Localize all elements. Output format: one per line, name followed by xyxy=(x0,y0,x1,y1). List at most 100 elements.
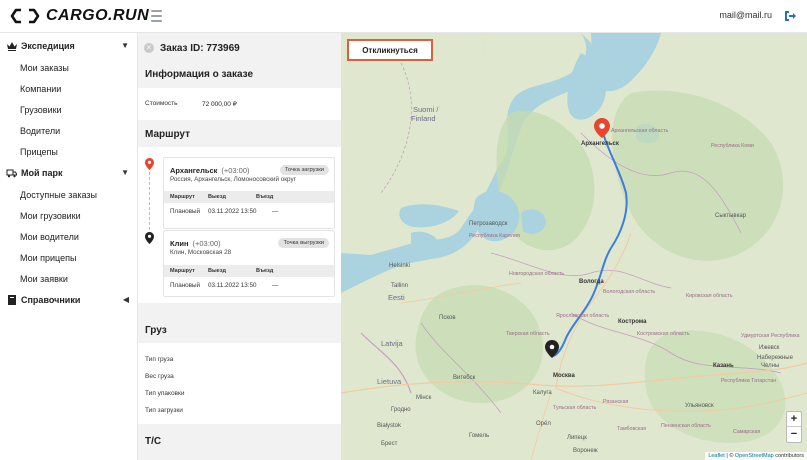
map-label: Тамбовская xyxy=(617,426,647,432)
sidebar-item-my-trailers[interactable]: Мои прицепы xyxy=(0,247,137,268)
order-info-card: Стоимость 72 000,00 ₽ xyxy=(138,88,341,120)
respond-button[interactable]: Откликнуться xyxy=(347,39,433,61)
pin-start-icon xyxy=(145,158,154,170)
map-label: Гомель xyxy=(469,433,490,439)
map-label: Витебск xyxy=(453,375,476,381)
pin-end-icon xyxy=(145,232,154,244)
sidebar-group-fleet[interactable]: Мой парк ▼ xyxy=(0,162,137,184)
stop-table-row: Плановый 03.11.2022 13:50 — xyxy=(170,208,279,215)
map-label: Ижевск xyxy=(759,345,780,351)
map-label: Ярославская область xyxy=(556,313,610,319)
sidebar-item-my-drivers[interactable]: Мои водители xyxy=(0,226,137,247)
map-label: Самарская xyxy=(733,429,761,435)
chevron-down-icon: ▼ xyxy=(121,168,129,177)
user-email[interactable]: mail@mail.ru xyxy=(719,10,772,20)
sidebar-item-trailers[interactable]: Прицепы xyxy=(0,141,137,162)
stop-city: Архангельск (+03:00) xyxy=(170,166,250,175)
sidebar-item-my-orders[interactable]: Мои заказы xyxy=(0,57,137,78)
sidebar-item-companies[interactable]: Компании xyxy=(0,78,137,99)
sidebar-group-label: Экспедиция xyxy=(21,41,75,51)
route-stop-card[interactable]: Клин (+03:00) Точка выгрузки Клин, Москов… xyxy=(163,230,335,297)
stop-city: Клин (+03:00) xyxy=(170,239,221,248)
sidebar-group-expedition[interactable]: Экспедиция ▼ xyxy=(0,35,137,57)
map-label: Казань xyxy=(713,363,734,369)
close-icon[interactable]: × xyxy=(144,43,154,53)
packaging-type-label: Тип упаковки xyxy=(145,390,185,397)
map-label: Eesti xyxy=(388,293,405,302)
crown-icon xyxy=(6,41,17,52)
map-label: Рязанская xyxy=(603,399,629,405)
map-label: Пензенская область xyxy=(661,423,711,429)
cargo-type-label: Тип груза xyxy=(145,356,174,363)
map-label: Finland xyxy=(411,114,436,123)
sidebar-group-references[interactable]: Справочники ◀ xyxy=(0,289,137,311)
map-attribution: Leaflet | © OpenStreetMap contributors xyxy=(705,452,807,460)
map-label: Helsinki xyxy=(389,263,411,269)
zoom-out-button[interactable]: − xyxy=(787,427,801,442)
map-label: Lietuva xyxy=(377,377,402,386)
map-label: Вологодская область xyxy=(603,289,656,295)
leaflet-link[interactable]: Leaflet xyxy=(708,453,725,459)
sidebar-item-trucks[interactable]: Грузовики xyxy=(0,99,137,120)
zoom-control: + − xyxy=(786,411,802,443)
book-icon xyxy=(6,295,17,306)
map-label: Костромская область xyxy=(637,331,690,337)
loading-type-label: Тип загрузки xyxy=(145,407,183,414)
map-label: Мінск xyxy=(416,395,432,401)
sidebar-item-my-trucks[interactable]: Мои грузовики xyxy=(0,205,137,226)
cost-label: Стоимость xyxy=(145,100,178,107)
map-label: Suomi / xyxy=(413,105,439,114)
sidebar-item-drivers[interactable]: Водители xyxy=(0,120,137,141)
menu-toggle-icon[interactable] xyxy=(151,10,162,22)
logo[interactable]: CARGO.RUN xyxy=(10,6,149,26)
map-label: Набережные xyxy=(757,355,793,361)
sidebar-group-label: Справочники xyxy=(21,295,81,305)
order-header: × Заказ ID: 773969 xyxy=(144,41,240,55)
route-stop-card[interactable]: Архангельск (+03:00) Точка загрузки Росси… xyxy=(163,157,335,229)
zoom-in-button[interactable]: + xyxy=(787,412,801,427)
map-label: Удмуртская Республика xyxy=(741,333,800,339)
map-label: Новгородская область xyxy=(509,271,565,277)
map-label: Архангельская область xyxy=(611,128,669,134)
sidebar: Экспедиция ▼ Мои заказы Компании Грузови… xyxy=(0,33,138,460)
map-label: Гродно xyxy=(391,407,411,413)
logo-icon xyxy=(10,8,40,24)
sidebar-item-my-requests[interactable]: Мои заявки xyxy=(0,268,137,289)
map-label: Брест xyxy=(381,441,398,447)
map-label: Latvija xyxy=(381,339,403,348)
map-label: Сыктывкар xyxy=(715,213,747,219)
map-label: Липецк xyxy=(567,435,587,441)
map-label: Воронеж xyxy=(573,448,598,454)
map-label: Псков xyxy=(439,315,456,321)
map-label: Республика Коми xyxy=(711,143,754,149)
map-label: Москва xyxy=(553,373,575,379)
sidebar-group-label: Мой парк xyxy=(21,168,63,178)
logo-text: CARGO.RUN xyxy=(46,7,150,24)
vehicle-title: Т/С xyxy=(145,436,162,447)
stop-address: Россия, Архангельск, Ломоносовский округ xyxy=(170,176,296,183)
map-label: Вологда xyxy=(579,279,604,285)
osm-link[interactable]: OpenStreetMap xyxy=(735,453,774,459)
map-label: Калуга xyxy=(533,390,552,396)
map-label: Республика Татарстан xyxy=(721,378,777,384)
cargo-card: Тип груза Вес груза Тип упаковки Тип заг… xyxy=(138,343,341,424)
map-label: Ульяновск xyxy=(685,403,714,409)
map-label: Кировская область xyxy=(686,293,733,299)
cargo-title: Груз xyxy=(145,325,167,336)
map-label: Орёл xyxy=(536,421,551,427)
route-title: Маршрут xyxy=(145,129,191,140)
map-label: Петрозаводск xyxy=(469,221,508,227)
chevron-down-icon: ▼ xyxy=(121,41,129,50)
route-map[interactable]: Suomi / Finland Архангельск Архангельска… xyxy=(341,33,807,460)
map-label: Białystok xyxy=(377,423,402,429)
logout-icon[interactable] xyxy=(783,9,797,23)
stop-address: Клин, Московская 28 xyxy=(170,249,232,256)
map-tiles xyxy=(341,33,807,460)
chevron-left-icon: ◀ xyxy=(122,295,129,304)
sidebar-item-available-orders[interactable]: Доступные заказы xyxy=(0,184,137,205)
stop-type-badge: Точка загрузки xyxy=(279,165,329,175)
order-panel: × Заказ ID: 773969 Информация о заказе С… xyxy=(138,33,341,460)
top-bar: CARGO.RUN mail@mail.ru xyxy=(0,0,807,33)
fleet-icon xyxy=(6,168,17,179)
stop-table-header: Маршрут Выезд Въезд xyxy=(164,191,334,203)
